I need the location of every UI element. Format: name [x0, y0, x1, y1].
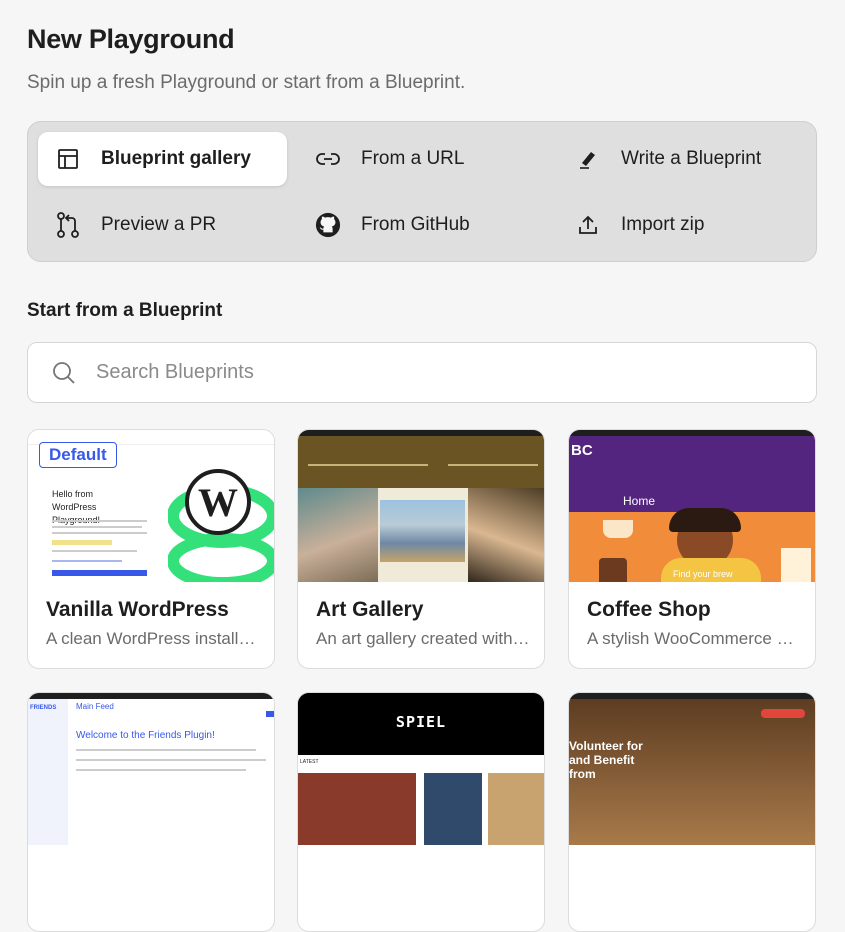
layout-icon: [55, 146, 81, 172]
option-preview-pr[interactable]: Preview a PR: [38, 198, 287, 252]
option-blueprint-gallery[interactable]: Blueprint gallery: [38, 132, 287, 186]
link-icon: [315, 146, 341, 172]
blueprint-card-vanilla-wordpress[interactable]: Hello from WordPress Playground! W Defau…: [27, 429, 275, 669]
card-thumbnail: Hello from WordPress Playground! W Defau…: [28, 430, 274, 582]
card-title: Art Gallery: [316, 598, 424, 621]
card-title: Vanilla WordPress: [46, 598, 229, 621]
thumb-sidebar-label: FRIENDS: [30, 705, 57, 711]
search-icon: [52, 360, 78, 386]
option-write-blueprint[interactable]: Write a Blueprint: [558, 132, 807, 186]
card-description: A clean WordPress installation: [46, 629, 261, 648]
page-subtitle: Spin up a fresh Playground or start from…: [27, 72, 466, 93]
blueprint-card-volunteer[interactable]: Volunteer for and Benefit from: [568, 692, 816, 932]
thumb-caption: Find your brew: [673, 569, 733, 579]
default-badge: Default: [39, 442, 117, 468]
spiel-latest-label: LATEST: [300, 759, 319, 765]
option-label: Write a Blueprint: [621, 148, 762, 169]
card-thumbnail: Volunteer for and Benefit from: [569, 693, 815, 845]
github-icon: [315, 212, 341, 238]
option-label: From a URL: [361, 148, 465, 169]
coffee-logo: BC: [571, 442, 593, 459]
thumb-home-heading: Home: [623, 494, 656, 508]
thumb-feed-heading: Main Feed: [76, 702, 114, 711]
card-thumbnail: BC Home Find your brew: [569, 430, 815, 582]
source-options-panel: Blueprint gallery From a URL Write a Blu…: [27, 121, 817, 262]
svg-text:W: W: [198, 480, 238, 525]
card-description: An art gallery created with WordPress: [316, 629, 531, 648]
upload-icon: [575, 212, 601, 238]
card-description: A stylish WooCommerce coffee shop: [587, 629, 802, 648]
blueprint-card-friends[interactable]: FRIENDS Main Feed Welcome to the Friends…: [27, 692, 275, 932]
thumb-welcome-text: Welcome to the Friends Plugin!: [76, 730, 215, 741]
section-title: Start from a Blueprint: [27, 300, 223, 321]
blueprint-card-art-gallery[interactable]: Art Gallery An art gallery created with …: [297, 429, 545, 669]
card-thumbnail: SPIEL LATEST: [298, 693, 544, 845]
wordpress-logo-icon: W: [168, 469, 274, 582]
search-box: [27, 342, 817, 403]
option-label: Import zip: [621, 214, 705, 235]
option-label: Preview a PR: [101, 214, 217, 235]
blueprint-card-coffee-shop[interactable]: BC Home Find your brew Coffee Shop A sty…: [568, 429, 816, 669]
pull-request-icon: [55, 212, 81, 238]
option-from-github[interactable]: From GitHub: [298, 198, 547, 252]
card-thumbnail: FRIENDS Main Feed Welcome to the Friends…: [28, 693, 274, 845]
pencil-icon: [575, 146, 601, 172]
thumb-headline: Volunteer for and Benefit from: [569, 739, 643, 781]
spiel-logo: SPIEL: [395, 713, 447, 731]
option-label: From GitHub: [361, 214, 470, 235]
card-thumbnail: [298, 430, 544, 582]
card-title: Coffee Shop: [587, 598, 711, 621]
blueprint-card-spiel[interactable]: SPIEL LATEST: [297, 692, 545, 932]
page-title: New Playground: [27, 24, 235, 54]
option-import-zip[interactable]: Import zip: [558, 198, 807, 252]
search-input[interactable]: [94, 360, 816, 385]
option-label: Blueprint gallery: [101, 148, 251, 169]
option-from-url[interactable]: From a URL: [298, 132, 547, 186]
